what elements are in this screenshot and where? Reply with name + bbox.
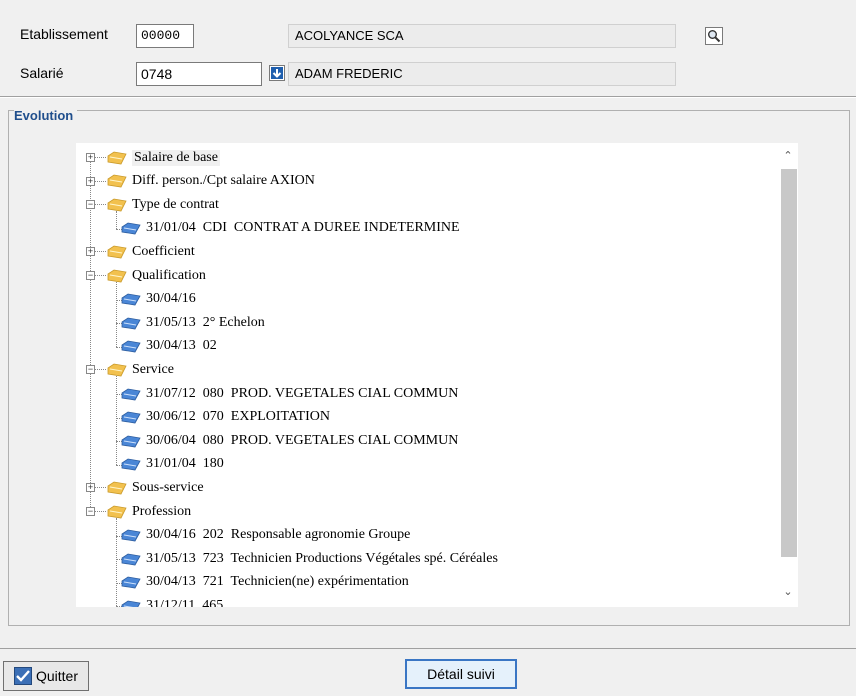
folder-icon [106, 268, 128, 284]
tree-leaf[interactable]: 30/06/12 070 EXPLOITATION [120, 406, 330, 429]
tree-leaf-label: 30/06/04 080 PROD. VEGETALES CIAL COMMUN [146, 432, 459, 448]
leaf-icon [120, 291, 142, 307]
folder-icon [106, 150, 128, 166]
folder-icon [106, 244, 128, 260]
leaf-icon [120, 598, 142, 607]
collapse-icon[interactable]: − [86, 507, 95, 516]
tree-leaf[interactable]: 31/05/13 2° Echelon [120, 311, 265, 334]
expand-icon[interactable]: + [86, 483, 95, 493]
tree-node-label: Salaire de base [132, 149, 220, 166]
tree-node-label: Qualification [132, 267, 206, 283]
leaf-icon [120, 220, 142, 236]
evolution-tree[interactable]: + Salaire de base + Diff. person./Cpt salai… [76, 143, 798, 607]
tree-node[interactable]: Sous-service [106, 476, 204, 499]
leaf-icon [120, 551, 142, 567]
folder-icon [106, 197, 128, 213]
tree-node-label: Service [132, 361, 174, 377]
tree-leaf-label: 30/04/13 721 Technicien(ne) expérimentat… [146, 574, 409, 590]
collapse-icon[interactable]: − [86, 271, 95, 280]
detail-suivi-label: Détail suivi [427, 666, 495, 682]
tree-leaf-label: 31/05/13 723 Technicien Productions Végé… [146, 550, 498, 566]
evolution-legend: Evolution [14, 108, 78, 123]
tree-leaf[interactable]: 30/04/16 202 Responsable agronomie Group… [120, 524, 410, 547]
tree-node-label: Diff. person./Cpt salaire AXION [132, 173, 315, 189]
salarie-name-field: ADAM FREDERIC [288, 62, 676, 86]
tree-leaf[interactable]: 30/04/13 02 [120, 335, 217, 358]
tree-node[interactable]: Type de contrat [106, 193, 219, 216]
expand-icon[interactable]: + [86, 153, 95, 162]
tree-node-label: Type de contrat [132, 196, 219, 212]
etablissement-code-input[interactable]: 00000 [136, 24, 194, 48]
tree-node[interactable]: Salaire de base [106, 146, 220, 169]
folder-icon [106, 504, 128, 520]
leaf-icon [120, 409, 142, 425]
tree-leaf-label: 31/05/13 2° Echelon [146, 314, 265, 330]
salarie-dropdown-button[interactable] [269, 65, 285, 81]
tree-leaf[interactable]: 30/04/16 [120, 288, 196, 311]
arrow-down-icon [271, 67, 283, 79]
tree-node[interactable]: Coefficient [106, 240, 195, 263]
salarie-code-input[interactable]: 0748 [136, 62, 262, 86]
tree-leaf-label: 31/12/11 465 [146, 597, 224, 607]
tree-node[interactable]: Profession [106, 500, 191, 523]
expand-icon[interactable]: + [86, 176, 95, 186]
leaf-icon [120, 527, 142, 543]
scroll-down-icon[interactable]: ⌄ [782, 585, 794, 598]
detail-suivi-button[interactable]: Détail suivi [405, 659, 517, 689]
etablissement-label: Etablissement [20, 26, 108, 42]
tree-node-label: Coefficient [132, 243, 195, 259]
tree-leaf[interactable]: 31/12/11 465 [120, 594, 223, 607]
tree-leaf-label: 30/04/13 02 [146, 338, 217, 354]
tree-node[interactable]: Qualification [106, 264, 206, 287]
tree-leaf-label: 31/01/04 CDI CONTRAT A DUREE INDETERMINE [146, 220, 460, 236]
folder-icon [106, 362, 128, 378]
search-button[interactable] [705, 27, 723, 45]
collapse-icon[interactable]: − [86, 365, 95, 375]
leaf-icon [120, 574, 142, 590]
scroll-thumb[interactable] [781, 169, 797, 557]
expand-icon[interactable]: + [86, 247, 95, 257]
tree-leaf[interactable]: 31/07/12 080 PROD. VEGETALES CIAL COMMUN [120, 382, 458, 405]
quit-label: Quitter [35, 668, 78, 684]
tree-leaf-label: 30/04/16 202 Responsable agronomie Group… [146, 527, 411, 543]
tree-leaf[interactable]: 30/06/04 080 PROD. VEGETALES CIAL COMMUN [120, 429, 458, 452]
leaf-icon [120, 386, 142, 402]
leaf-icon [120, 338, 142, 354]
tree-leaf[interactable]: 30/04/13 721 Technicien(ne) expérimentat… [120, 571, 409, 594]
tree-node-label: Sous-service [132, 479, 204, 495]
tree-leaf[interactable]: 31/01/04 180 [120, 453, 224, 476]
quit-button[interactable]: Quitter [3, 661, 89, 691]
tree-node[interactable]: Diff. person./Cpt salaire AXION [106, 170, 315, 193]
folder-icon [106, 480, 128, 496]
tree-node-label: Profession [132, 503, 192, 519]
tree-leaf-label: 30/04/16 [146, 291, 196, 307]
leaf-icon [120, 315, 142, 331]
tree-leaf[interactable]: 31/01/04 CDI CONTRAT A DUREE INDETERMINE [120, 217, 460, 240]
checkmark-icon [13, 667, 32, 685]
scroll-up-icon[interactable]: ⌃ [782, 149, 794, 162]
footer-divider [0, 648, 856, 649]
tree-leaf-label: 31/07/12 080 PROD. VEGETALES CIAL COMMUN [146, 385, 459, 401]
tree-leaf-label: 30/06/12 070 EXPLOITATION [146, 409, 330, 425]
search-icon [708, 30, 721, 43]
leaf-icon [120, 456, 142, 472]
leaf-icon [120, 433, 142, 449]
salarie-label: Salarié [20, 65, 64, 81]
folder-icon [106, 173, 128, 189]
tree-leaf-label: 31/01/04 180 [146, 456, 224, 472]
collapse-icon[interactable]: − [86, 200, 95, 210]
etablissement-name-field: ACOLYANCE SCA [288, 24, 676, 48]
vertical-scrollbar[interactable]: ⌃ ⌄ [778, 143, 798, 607]
tree-leaf[interactable]: 31/05/13 723 Technicien Productions Végé… [120, 547, 498, 570]
